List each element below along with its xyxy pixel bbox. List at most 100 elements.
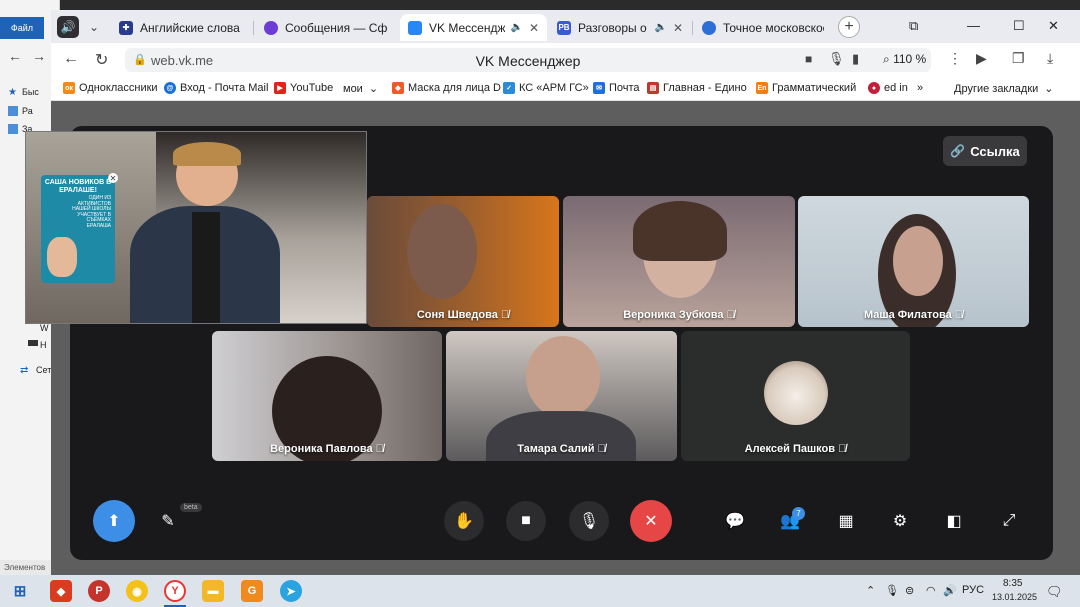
tab-razgovory[interactable]: PB Разговоры о важ 🔈 ✕: [549, 14, 691, 41]
folder-icon[interactable]: ▬: [202, 580, 224, 602]
microphone-button[interactable]: 🎙: [569, 501, 609, 541]
download-icon[interactable]: ⤓: [1047, 50, 1053, 67]
file-menu-tab[interactable]: Файл: [0, 17, 44, 39]
raise-hand-button[interactable]: ✋: [444, 501, 484, 541]
mic-off-icon: 🎙̸: [954, 309, 964, 321]
whiteboard-icon: ✎: [161, 513, 175, 530]
close-window-icon[interactable]: ✕: [1048, 18, 1059, 34]
call-link-button[interactable]: 🔗 Ссылка: [943, 136, 1027, 166]
tab-moscow-time[interactable]: Точное московское вр: [694, 14, 832, 41]
wifi-icon[interactable]: ◠: [926, 584, 936, 597]
maximize-icon[interactable]: ☐: [1013, 18, 1025, 34]
more-menu-icon[interactable]: ⋮: [948, 50, 962, 67]
participant-tile[interactable]: Маша Филатова 🎙̸: [798, 196, 1029, 327]
chat-button[interactable]: 💬: [723, 509, 747, 533]
new-tab-plus-icon[interactable]: +: [838, 16, 860, 38]
bookmark-youtube[interactable]: ▶ YouTube: [274, 82, 333, 94]
participant-tile[interactable]: Алексей Пашков 🎙̸: [681, 331, 910, 461]
tab-vk-messenger[interactable]: VK Мессенджер 🔈 ✕: [400, 14, 547, 41]
tab-list-chevron-icon[interactable]: ⌄: [83, 16, 105, 38]
participant-tile[interactable]: Вероника Зубкова 🎙̸: [563, 196, 795, 327]
explorer-item[interactable]: Быс: [22, 87, 39, 97]
mic-off-icon: 🎙̸: [375, 443, 384, 455]
close-icon[interactable]: ✕: [108, 173, 118, 183]
tab-overview-icon[interactable]: ⧉: [909, 18, 918, 34]
mic-off-icon: 🎙̸: [838, 443, 847, 455]
chevron-up-icon[interactable]: ⌃: [866, 584, 875, 597]
reload-icon[interactable]: ↻: [95, 50, 108, 70]
bookmark-icon[interactable]: ▮: [852, 51, 859, 67]
screen-share-button[interactable]: ⬆: [93, 500, 135, 542]
end-call-button[interactable]: ✕: [630, 500, 672, 542]
telegram-icon[interactable]: ➤: [280, 580, 302, 602]
mic-off-icon: 🎙̸: [726, 309, 735, 321]
media-play-icon[interactable]: ▶: [976, 50, 987, 67]
forward-arrow-icon[interactable]: →: [32, 48, 46, 64]
mic-icon[interactable]: 🎙: [885, 584, 899, 597]
camera-button[interactable]: ■: [506, 501, 546, 541]
back-arrow-icon[interactable]: ←: [63, 50, 79, 68]
beta-badge: beta: [180, 503, 202, 512]
bookmark-mask[interactable]: ◆ Маска для лица D: [392, 82, 501, 94]
bookmark-pochta[interactable]: ✉ Почта: [593, 82, 640, 94]
close-icon: ✕: [644, 513, 658, 530]
tab-sferum-messages[interactable]: Сообщения — Сферум: [256, 14, 396, 41]
minimize-icon[interactable]: —: [967, 18, 980, 33]
bookmark-grammar[interactable]: En Грамматический: [756, 82, 856, 94]
settings-button[interactable]: ⚙: [888, 509, 912, 533]
participant-tile[interactable]: Соня Шведова 🎙̸: [367, 196, 559, 327]
app-icon[interactable]: ◆: [50, 580, 72, 602]
start-windows-icon[interactable]: ⊞: [9, 580, 31, 602]
bookmark-mail[interactable]: @ Вход - Почта Mail: [164, 82, 268, 94]
collections-icon[interactable]: ❐: [1012, 50, 1025, 67]
back-arrow-icon[interactable]: ←: [8, 48, 22, 64]
network-icon[interactable]: ⊜: [905, 584, 914, 597]
bookmarks-bar: ок Одноклассники @ Вход - Почта Mail ▶ YouT…: [51, 77, 1080, 101]
notifications-icon[interactable]: 🗨: [1046, 584, 1063, 600]
other-bookmarks[interactable]: Другие закладки ⌄: [954, 82, 1054, 96]
folder-icon: [8, 106, 18, 116]
picture-in-picture-button[interactable]: ◧: [942, 509, 966, 533]
mic-icon[interactable]: 🎙: [828, 51, 845, 67]
bookmark-arm-gs[interactable]: ✓ КС «АРМ ГС»: [503, 82, 589, 94]
app-icon[interactable]: G: [241, 580, 263, 602]
layout-button[interactable]: ▦: [834, 509, 858, 533]
app-icon[interactable]: P: [88, 580, 110, 602]
whiteboard-button[interactable]: ✎: [156, 509, 180, 533]
volume-icon[interactable]: 🔊: [943, 584, 957, 597]
participant-tile[interactable]: Вероника Павлова 🎙̸: [212, 331, 442, 461]
bookmark-odnoklassniki[interactable]: ок Одноклассники: [63, 82, 158, 94]
close-tab-icon[interactable]: ✕: [673, 21, 683, 35]
bookmark-glavnaya[interactable]: ▤ Главная - Едино: [647, 82, 747, 94]
chrome-icon[interactable]: ◉: [126, 580, 148, 602]
speaker-icon: 🔈: [654, 22, 667, 33]
close-tab-icon[interactable]: ✕: [529, 21, 539, 35]
camera-icon: ■: [521, 512, 531, 529]
explorer-item[interactable]: Ра: [22, 106, 33, 116]
clock-time[interactable]: 8:35: [1003, 578, 1022, 589]
zoom-level[interactable]: ⌕ 110 %: [883, 52, 926, 67]
bookmarks-more-icon[interactable]: »: [917, 82, 923, 94]
language-indicator[interactable]: РУС: [962, 584, 984, 596]
explorer-item[interactable]: W: [40, 323, 49, 333]
bookmark-ed-in[interactable]: ● ed in: [868, 82, 908, 94]
poster-image: САША НОВИКОВ В ЕРАЛАШЕ! ОДИН ИЗ АКТИВИСТ…: [41, 175, 115, 283]
camera-icon[interactable]: ■: [805, 52, 812, 66]
participant-name: Вероника Зубкова 🎙̸: [623, 309, 735, 321]
tab-english-words[interactable]: ✚ Английские слова по т: [111, 14, 251, 41]
browser-toolbar: ← ↻ 🔒 web.vk.me VK Мессенджер ■ 🎙 ▮ ⌕ 11…: [51, 43, 1080, 77]
fullscreen-button[interactable]: ⤢: [997, 509, 1021, 533]
address-bar[interactable]: 🔒 web.vk.me VK Мессенджер ■ 🎙 ▮ ⌕ 110 %: [125, 48, 931, 72]
participant-name: Тамара Салий 🎙̸: [517, 443, 606, 455]
pip-video-window[interactable]: САША НОВИКОВ В ЕРАЛАШЕ! ОДИН ИЗ АКТИВИСТ…: [25, 131, 367, 324]
network-icon: ⇄: [20, 365, 29, 376]
clock-icon: [702, 20, 716, 35]
yandex-browser-icon[interactable]: Y: [164, 580, 186, 602]
tab-audio-icon[interactable]: 🔊: [57, 16, 79, 38]
explorer-item[interactable]: Сет: [36, 365, 51, 375]
clock-date[interactable]: 13.01.2025: [992, 592, 1037, 602]
explorer-item[interactable]: Н: [40, 340, 47, 350]
bookmark-folder-moi[interactable]: мои ⌄: [343, 82, 378, 96]
chat-icon: 💬: [725, 513, 745, 530]
participant-tile[interactable]: Тамара Салий 🎙̸: [446, 331, 677, 461]
